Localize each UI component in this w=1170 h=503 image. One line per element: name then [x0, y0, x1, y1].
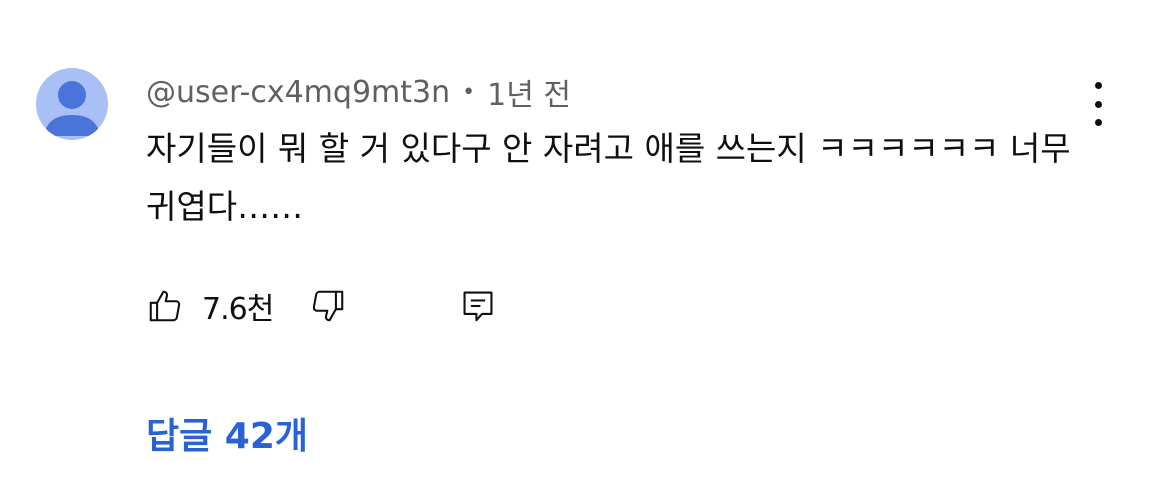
- like-button[interactable]: 7.6천: [146, 284, 274, 328]
- comment-text: 자기들이 뭐 할 거 있다구 안 자려고 애를 쓰는지 ㅋㅋㅋㅋㅋㅋ 너무 귀엽…: [146, 129, 1071, 226]
- reply-button[interactable]: [459, 287, 497, 325]
- view-replies-link[interactable]: 답글 42개: [146, 407, 308, 459]
- thumb-down-icon: [313, 290, 344, 322]
- comment-header: @user-cx4mq9mt3n • 1년 전: [146, 70, 571, 114]
- comment-timestamp[interactable]: 1년 전: [487, 70, 571, 114]
- meta-separator: •: [462, 79, 476, 105]
- like-count: 7.6천: [202, 292, 274, 327]
- more-vert-icon: [1094, 82, 1102, 89]
- default-avatar-icon: [44, 81, 100, 136]
- avatar[interactable]: [36, 68, 108, 140]
- dislike-button[interactable]: [309, 287, 347, 325]
- comment-reply-icon: [463, 291, 493, 322]
- thumb-up-icon: [149, 290, 181, 322]
- author-name[interactable]: @user-cx4mq9mt3n: [146, 75, 450, 110]
- comment-actions: 7.6천: [146, 284, 497, 328]
